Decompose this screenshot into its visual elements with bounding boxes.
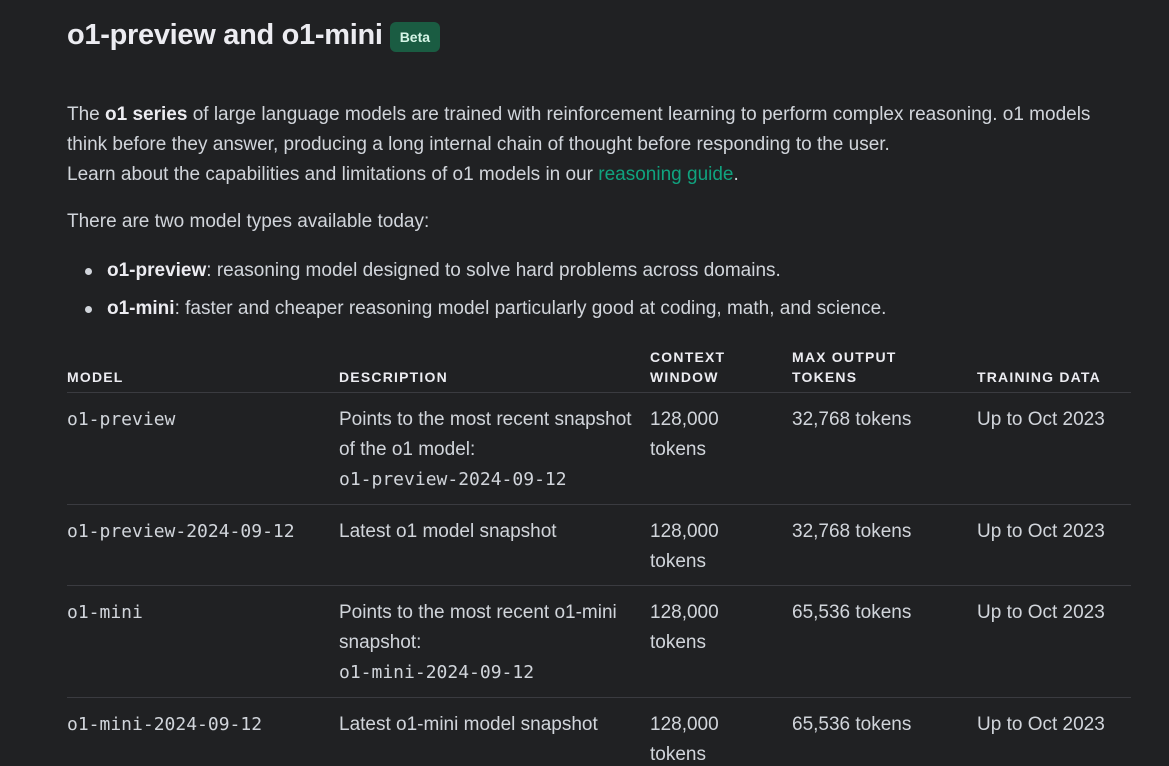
intro-text-start: The	[67, 104, 106, 125]
list-item: o1-mini: faster and cheaper reasoning mo…	[67, 294, 886, 332]
header-model: MODEL	[67, 369, 124, 385]
bullet-text: : faster and cheaper reasoning model par…	[174, 298, 887, 319]
guide-text-end: .	[733, 164, 739, 185]
bullet-dot	[85, 268, 92, 275]
model-description: Points to the most recent snapshot of th…	[339, 405, 639, 495]
context-window: 128,000 tokens	[650, 521, 719, 572]
page-title: o1-preview and o1-mini	[67, 18, 383, 51]
training-data: Up to Oct 2023	[977, 714, 1105, 735]
training-data: Up to Oct 2023	[977, 602, 1105, 623]
intro-paragraph: The o1 series of large language models a…	[67, 100, 1131, 190]
model-description: Latest o1-mini model snapshot	[339, 714, 598, 735]
list-item: o1-preview: reasoning model designed to …	[67, 256, 886, 294]
models-table: MODEL DESCRIPTION CONTEXT WINDOW MAX OUT…	[67, 348, 1131, 766]
header-max-line2: TOKENS	[792, 369, 858, 385]
reasoning-guide-link[interactable]: reasoning guide	[598, 164, 733, 185]
model-id: o1-preview-2024-09-12	[67, 521, 295, 542]
beta-badge: Beta	[389, 22, 441, 52]
bullet-model-name: o1-preview	[107, 260, 207, 281]
table-row: o1-preview Points to the most recent sna…	[67, 393, 1131, 505]
bullet-text: : reasoning model designed to solve hard…	[206, 260, 781, 281]
heading-row: o1-preview and o1-mini Beta	[67, 18, 441, 52]
header-max-output: MAX OUTPUT TOKENS	[792, 347, 972, 387]
snapshot-code: o1-preview-2024-09-12	[339, 469, 567, 490]
model-id: o1-preview	[67, 409, 176, 430]
context-window: 128,000 tokens	[650, 409, 719, 460]
bullet-model-name: o1-mini	[107, 298, 175, 319]
model-id: o1-mini	[67, 602, 143, 623]
table-row: o1-mini-2024-09-12 Latest o1-mini model …	[67, 698, 1131, 766]
snapshot-code: o1-mini-2024-09-12	[339, 662, 535, 683]
max-output-tokens: 32,768 tokens	[792, 409, 912, 430]
model-types-intro: There are two model types available toda…	[67, 211, 430, 232]
model-types-list: o1-preview: reasoning model designed to …	[67, 256, 886, 332]
intro-bold-series: o1 series	[105, 104, 188, 125]
header-context-line2: WINDOW	[650, 369, 719, 385]
table-row: o1-preview-2024-09-12 Latest o1 model sn…	[67, 505, 1131, 586]
model-description: Points to the most recent o1-mini snapsh…	[339, 598, 639, 688]
header-training-data: TRAINING DATA	[977, 369, 1101, 385]
training-data: Up to Oct 2023	[977, 521, 1105, 542]
description-text: Points to the most recent snapshot of th…	[339, 409, 632, 460]
header-max-line1: MAX OUTPUT	[792, 349, 897, 365]
max-output-tokens: 32,768 tokens	[792, 521, 912, 542]
header-context-window: CONTEXT WINDOW	[650, 347, 770, 387]
context-window: 128,000 tokens	[650, 602, 719, 653]
intro-text-rest: of large language models are trained wit…	[67, 104, 1091, 155]
header-description: DESCRIPTION	[339, 369, 448, 385]
header-context-line1: CONTEXT	[650, 349, 726, 365]
table-row: o1-mini Points to the most recent o1-min…	[67, 586, 1131, 698]
bullet-dot	[85, 306, 92, 313]
description-text: Points to the most recent o1-mini snapsh…	[339, 602, 617, 653]
max-output-tokens: 65,536 tokens	[792, 714, 912, 735]
model-id: o1-mini-2024-09-12	[67, 714, 263, 735]
guide-text-start: Learn about the capabilities and limitat…	[67, 164, 599, 185]
training-data: Up to Oct 2023	[977, 409, 1105, 430]
table-header: MODEL DESCRIPTION CONTEXT WINDOW MAX OUT…	[67, 348, 1131, 393]
model-description: Latest o1 model snapshot	[339, 521, 557, 542]
max-output-tokens: 65,536 tokens	[792, 602, 912, 623]
context-window: 128,000 tokens	[650, 714, 719, 765]
